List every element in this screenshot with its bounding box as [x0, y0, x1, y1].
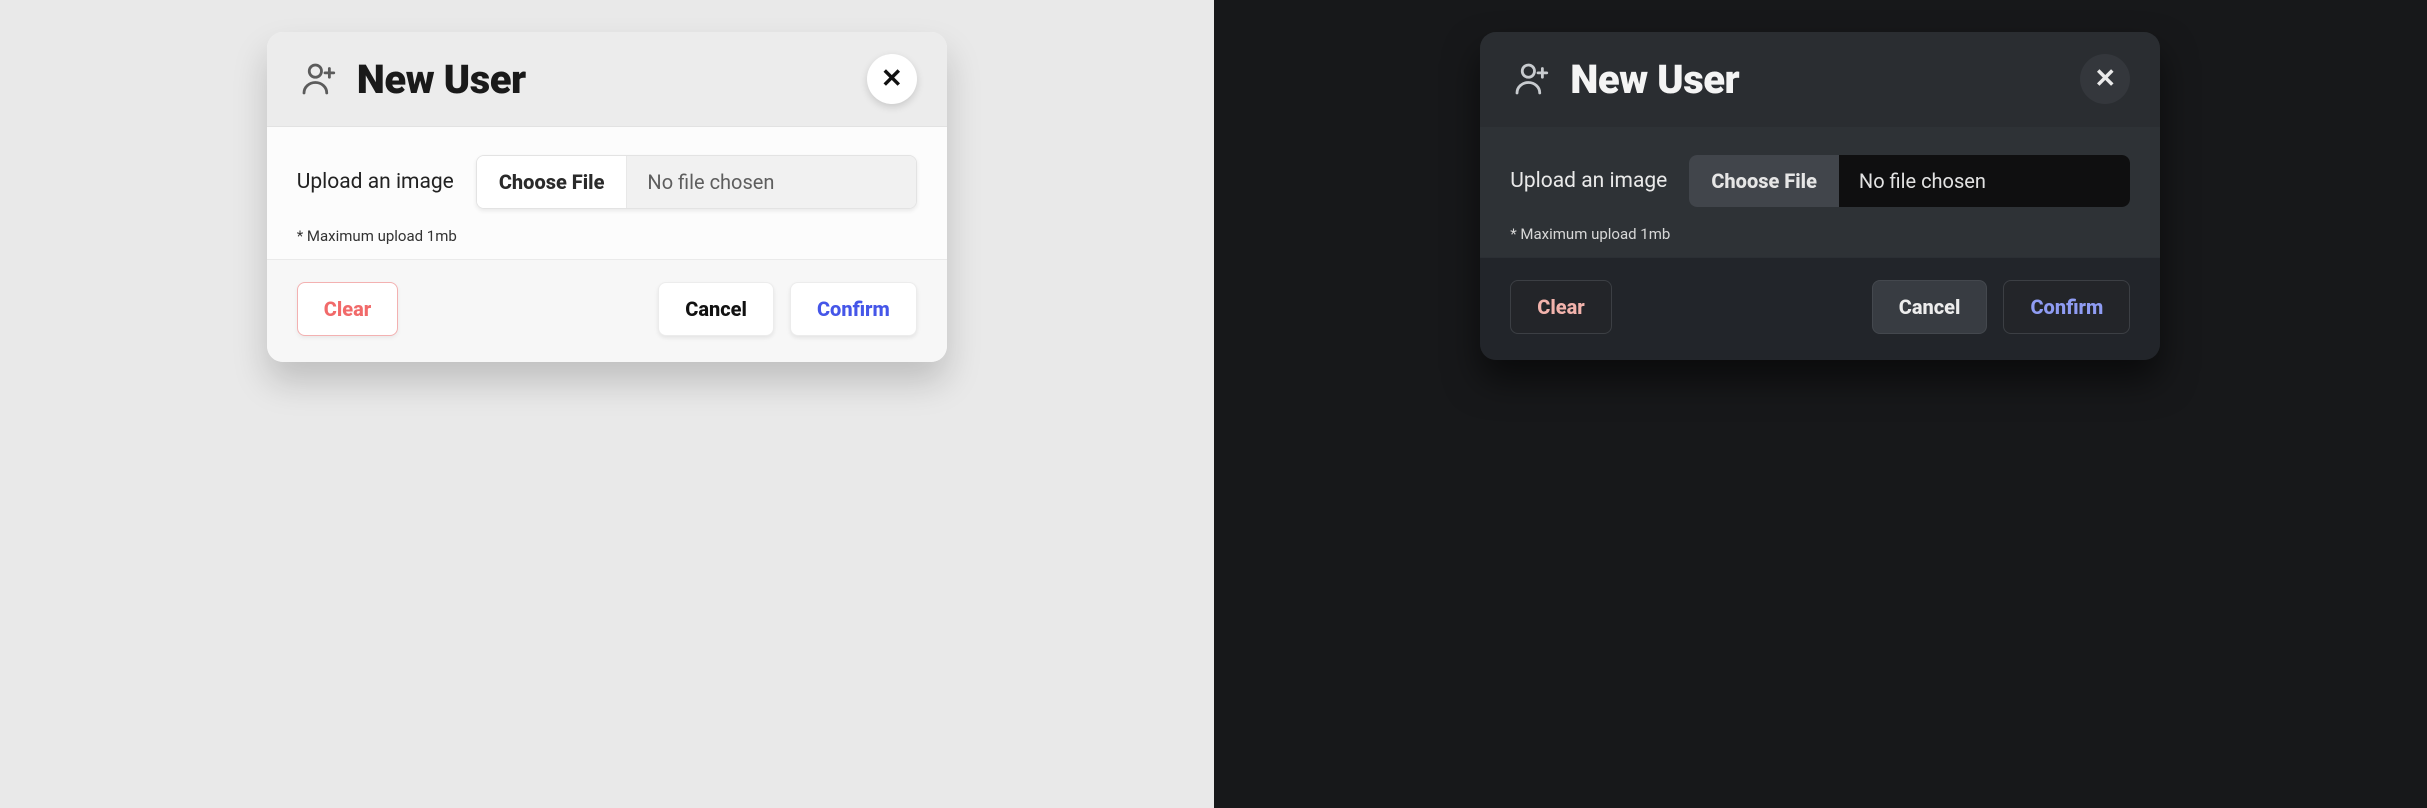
new-user-dialog-dark: New User ✕ Upload an image Choose File N… [1480, 32, 2160, 360]
new-user-dialog-light: New User ✕ Upload an image Choose File N… [267, 32, 947, 362]
file-input[interactable]: Choose File No file chosen [1689, 155, 2130, 207]
dialog-body: Upload an image Choose File No file chos… [1480, 127, 2160, 257]
choose-file-button[interactable]: Choose File [1689, 155, 1839, 207]
upload-hint: * Maximum upload 1mb [297, 227, 917, 245]
user-plus-icon [1510, 58, 1552, 100]
dialog-header: New User ✕ [1480, 32, 2160, 127]
dialog-header: New User ✕ [267, 32, 947, 127]
clear-button[interactable]: Clear [1510, 280, 1611, 334]
dialog-footer: Clear Cancel Confirm [1480, 257, 2160, 360]
upload-label: Upload an image [297, 170, 454, 194]
user-plus-icon [297, 58, 339, 100]
dialog-title: New User [1570, 56, 2080, 103]
upload-row: Upload an image Choose File No file chos… [1510, 155, 2130, 207]
file-input[interactable]: Choose File No file chosen [476, 155, 917, 209]
confirm-button[interactable]: Confirm [790, 282, 917, 336]
close-icon: ✕ [881, 64, 903, 94]
close-button[interactable]: ✕ [867, 54, 917, 104]
upload-hint: * Maximum upload 1mb [1510, 225, 2130, 243]
dialog-body: Upload an image Choose File No file chos… [267, 127, 947, 259]
cancel-button[interactable]: Cancel [658, 282, 774, 336]
dialog-title: New User [357, 56, 867, 103]
file-chosen-text: No file chosen [1839, 155, 2130, 207]
dialog-footer: Clear Cancel Confirm [267, 259, 947, 362]
file-chosen-text: No file chosen [627, 156, 915, 208]
choose-file-button[interactable]: Choose File [477, 156, 628, 208]
upload-label: Upload an image [1510, 169, 1667, 193]
clear-button[interactable]: Clear [297, 282, 398, 336]
close-button[interactable]: ✕ [2080, 54, 2130, 104]
upload-row: Upload an image Choose File No file chos… [297, 155, 917, 209]
confirm-button[interactable]: Confirm [2003, 280, 2130, 334]
cancel-button[interactable]: Cancel [1872, 280, 1988, 334]
close-icon: ✕ [2094, 64, 2116, 94]
